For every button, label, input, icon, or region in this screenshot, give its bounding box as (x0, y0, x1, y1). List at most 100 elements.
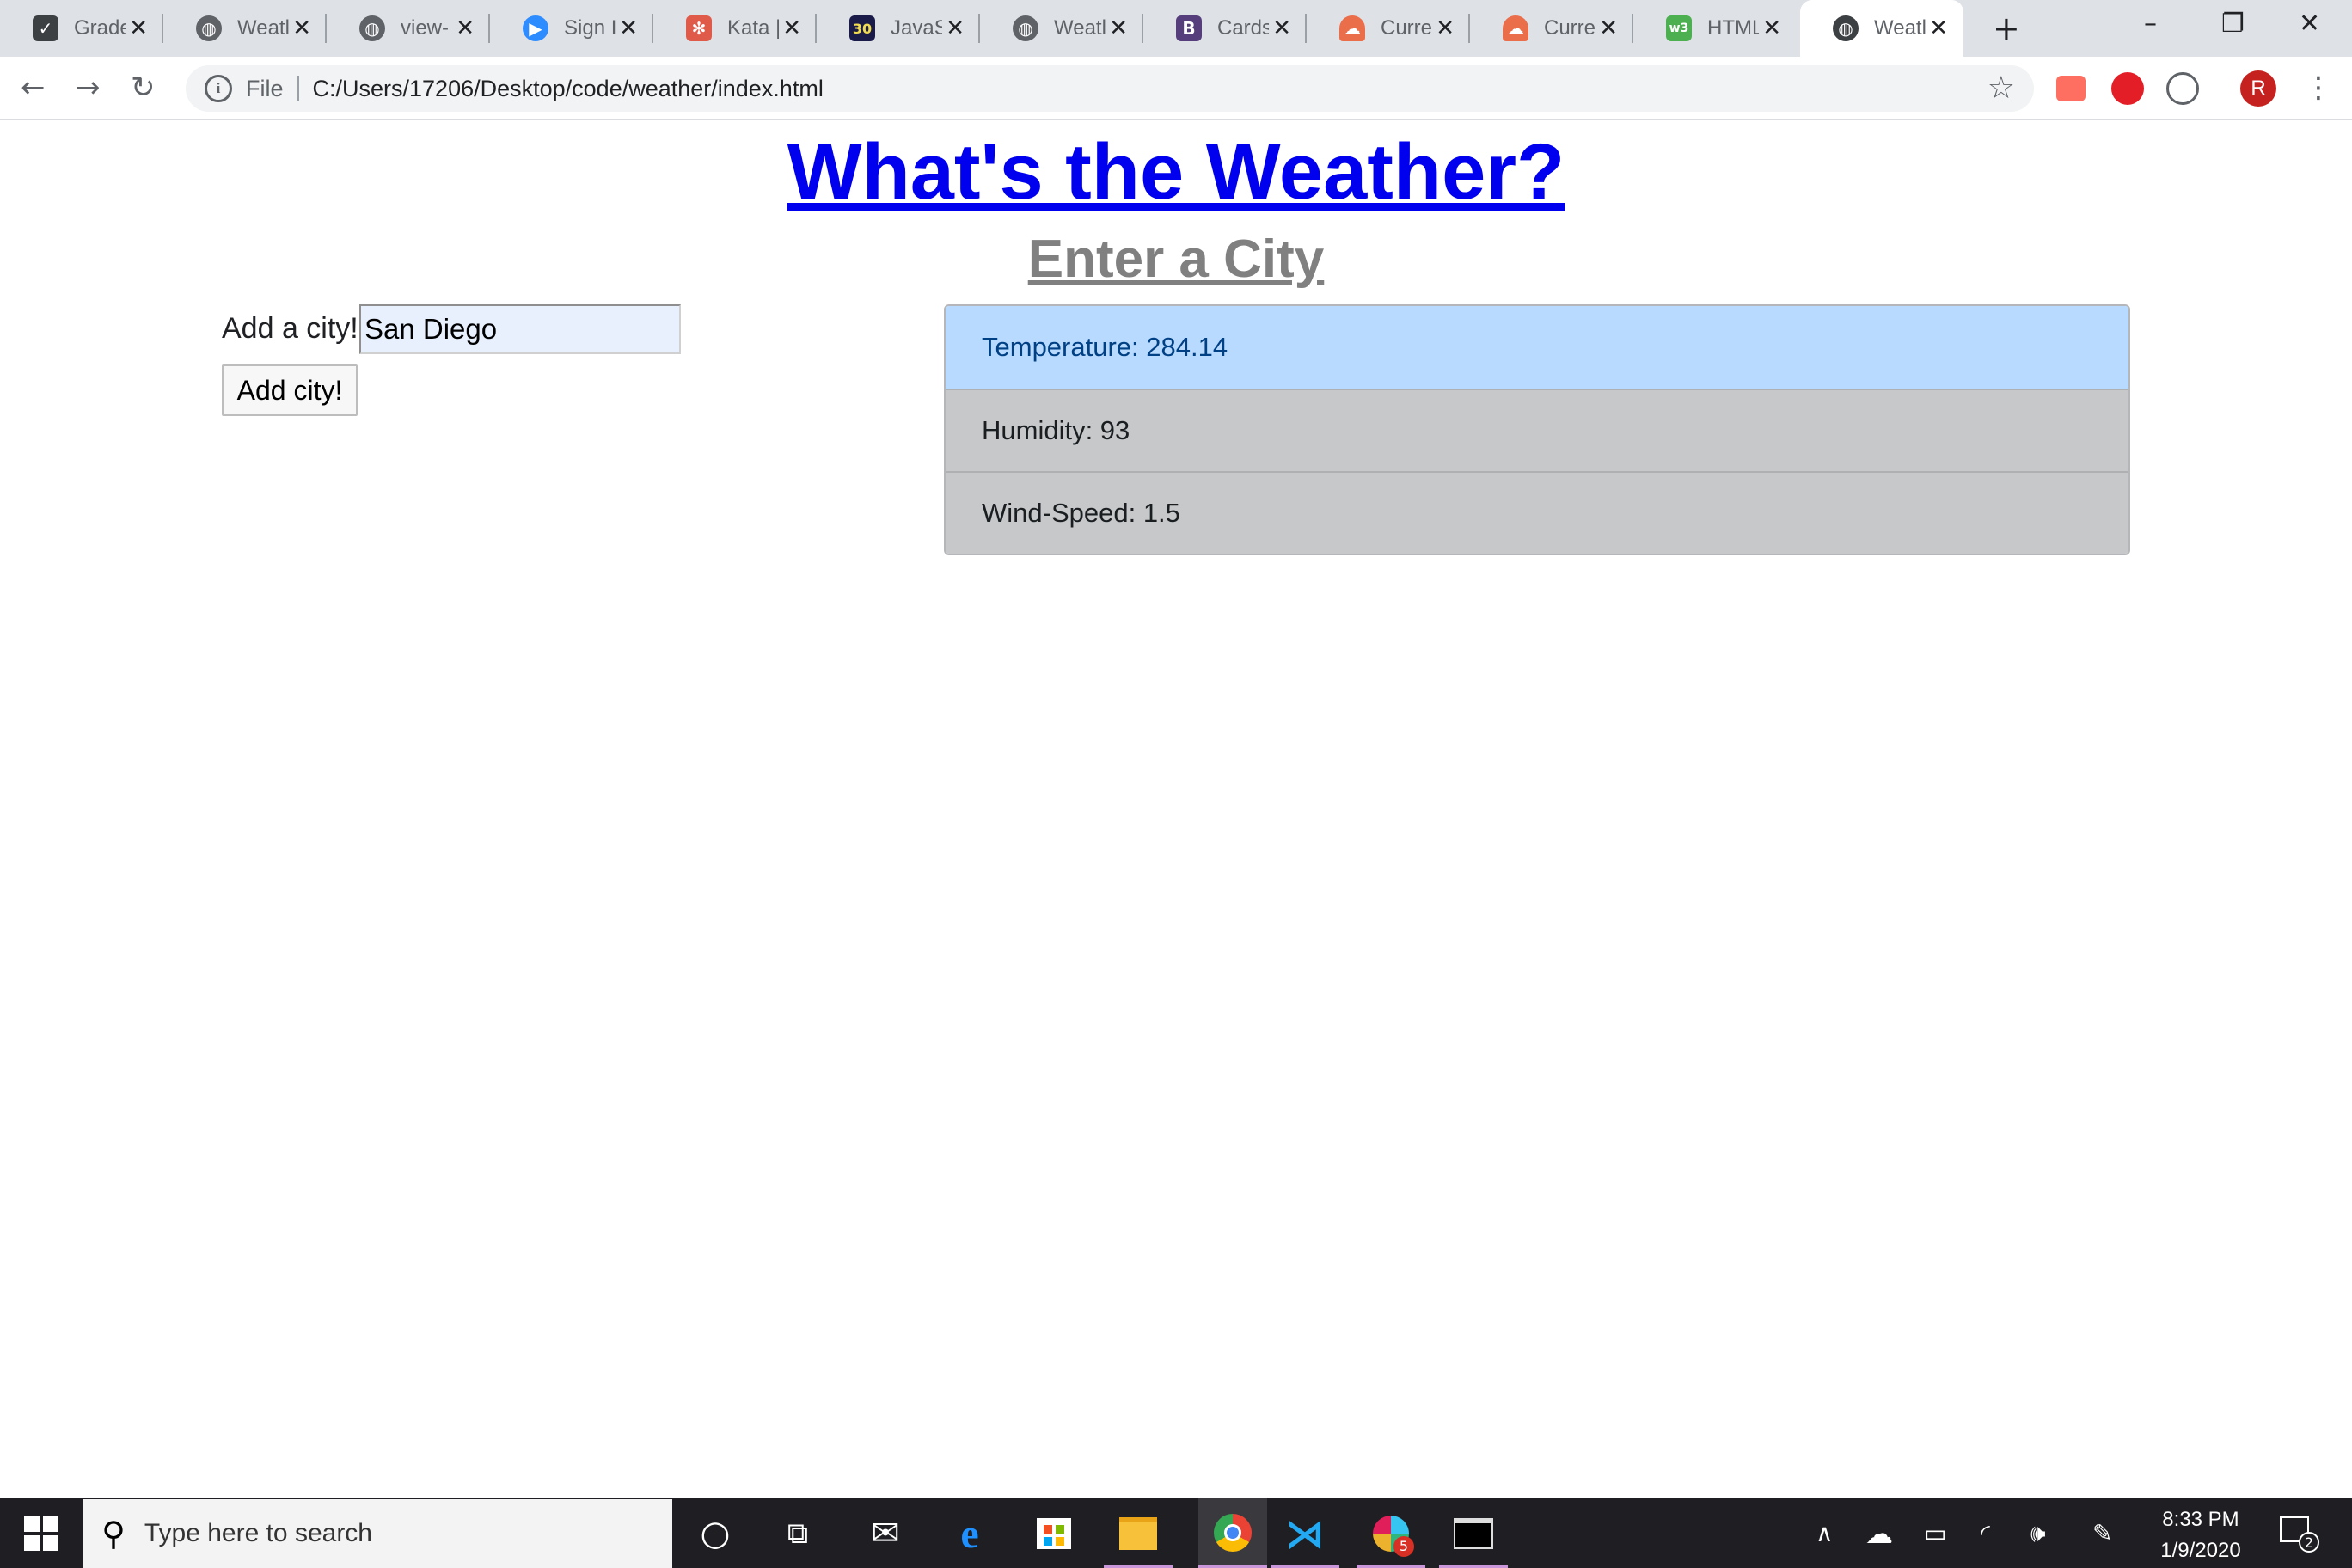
forward-arrow-icon[interactable]: → (76, 70, 101, 105)
weather-list: Temperature: 284.14 Humidity: 93 Wind-Sp… (944, 304, 2130, 555)
system-clock[interactable]: 8:33 PM 1/9/2020 (2141, 1504, 2261, 1566)
tab-current-2[interactable]: ☁ Curre ✕ (1470, 0, 1633, 57)
close-tab-icon[interactable]: ✕ (1599, 15, 1618, 41)
active-indicator (1357, 1565, 1425, 1568)
task-view-icon[interactable]: ⧉ (774, 1510, 822, 1558)
wind-speed-item: Wind-Speed: 1.5 (946, 471, 2128, 554)
tab-w3schools-html[interactable]: w3 HTML ✕ (1633, 0, 1797, 57)
pen-workspace-icon[interactable]: ✎ (2092, 1516, 2112, 1551)
edge-icon[interactable]: e (946, 1510, 994, 1558)
taskbar-search[interactable]: ⚲ Type here to search (83, 1499, 672, 1568)
openweather-icon: ☁ (1339, 15, 1365, 41)
close-tab-icon[interactable]: ✕ (946, 15, 965, 41)
terminal-icon[interactable] (1449, 1510, 1498, 1558)
tab-title: Curre (1544, 16, 1596, 40)
mail-icon[interactable]: ✉ (861, 1510, 910, 1558)
back-arrow-icon[interactable]: ← (21, 70, 46, 105)
slack-icon[interactable]: 5 (1367, 1510, 1415, 1558)
javascript30-icon: 30 (849, 15, 875, 41)
windows-start-icon[interactable] (24, 1516, 58, 1551)
battery-icon[interactable]: ▭ (1924, 1516, 1946, 1551)
close-tab-icon[interactable]: ✕ (1436, 15, 1455, 41)
openweather-icon: ☁ (1503, 15, 1528, 41)
bootstrap-icon: B (1176, 15, 1202, 41)
onedrive-icon[interactable]: ☁ (1865, 1516, 1893, 1551)
file-explorer-icon[interactable] (1114, 1510, 1162, 1558)
minimize-button[interactable]: – (2144, 9, 2157, 40)
tab-bootstrap-cards[interactable]: B Cards ✕ (1143, 0, 1307, 57)
city-input-label: Add a city! (222, 312, 358, 345)
address-scheme: File (246, 75, 284, 101)
tab-current-1[interactable]: ☁ Curre ✕ (1307, 0, 1470, 57)
extension-icon[interactable] (2056, 76, 2086, 101)
tab-title: view- (401, 16, 450, 40)
globe-icon: ◍ (1013, 15, 1038, 41)
extension-circle-icon[interactable] (2166, 72, 2199, 105)
cortana-icon[interactable]: ○ (691, 1510, 739, 1558)
wifi-icon[interactable]: ◜ (1981, 1516, 1990, 1551)
page-title[interactable]: What's the Weather? (0, 120, 2352, 224)
page-subtitle: Enter a City (1027, 230, 1325, 289)
notification-count: 2 (2299, 1532, 2319, 1553)
reload-icon[interactable]: ↻ (131, 70, 156, 105)
close-tab-icon[interactable]: ✕ (456, 15, 475, 41)
tab-title: JavaS (891, 16, 942, 40)
city-input[interactable] (359, 304, 681, 354)
active-indicator (1271, 1565, 1339, 1568)
search-icon: ⚲ (101, 1515, 126, 1553)
w3schools-icon: w3 (1666, 15, 1692, 41)
close-tab-icon[interactable]: ✕ (292, 15, 311, 41)
tab-kata[interactable]: ✻ Kata | ✕ (653, 0, 817, 57)
close-tab-icon[interactable]: ✕ (1272, 15, 1291, 41)
tab-grade[interactable]: ✓ Grade ✕ (0, 0, 163, 57)
active-indicator (1198, 1565, 1267, 1568)
tab-title: Curre (1381, 16, 1432, 40)
close-tab-icon[interactable]: ✕ (129, 15, 148, 41)
chrome-icon[interactable] (1198, 1498, 1267, 1568)
close-tab-icon[interactable]: ✕ (782, 15, 801, 41)
globe-icon: ◍ (1833, 15, 1859, 41)
tab-title: Kata | (727, 16, 779, 40)
tab-view[interactable]: ◍ view- ✕ (327, 0, 490, 57)
address-url[interactable]: C:/Users/17206/Desktop/code/weather/inde… (313, 76, 824, 102)
browser-toolbar: ← → ↻ i File C:/Users/17206/Desktop/code… (0, 57, 2352, 120)
notifications-icon[interactable]: 2 (2280, 1516, 2319, 1553)
tab-title: Weatl (1054, 16, 1106, 40)
kebab-menu-icon[interactable]: ⋮ (2304, 70, 2333, 105)
codewars-icon: ✻ (686, 15, 712, 41)
restore-button[interactable]: ❐ (2221, 9, 2245, 40)
close-tab-icon[interactable]: ✕ (1929, 15, 1948, 41)
tab-weather-1[interactable]: ◍ Weatl ✕ (163, 0, 327, 57)
tab-title: HTML (1707, 16, 1759, 40)
tab-strip: ✓ Grade ✕ ◍ Weatl ✕ ◍ view- ✕ ▶ Sign I ✕… (0, 0, 2352, 57)
new-tab-button[interactable]: + (1993, 12, 2020, 45)
close-tab-icon[interactable]: ✕ (619, 15, 638, 41)
slack-badge: 5 (1393, 1536, 1414, 1557)
tab-javascript30[interactable]: 30 JavaS ✕ (817, 0, 980, 57)
clock-time: 8:33 PM (2162, 1508, 2239, 1531)
add-city-button[interactable]: Add city! (222, 364, 358, 416)
taskbar: ⚲ Type here to search ○ ⧉ ✉ e ⋊ 5 ∧ ☁ ▭ … (0, 1498, 2352, 1568)
tab-weather-2[interactable]: ◍ Weatl ✕ (980, 0, 1143, 57)
profile-avatar[interactable]: R (2240, 70, 2276, 107)
volume-icon[interactable]: 🕪 (2030, 1516, 2046, 1551)
close-tab-icon[interactable]: ✕ (1762, 15, 1781, 41)
bookmark-star-icon[interactable]: ☆ (1988, 70, 2015, 106)
tab-title: Grade (74, 16, 126, 40)
tab-weather-active[interactable]: ◍ Weatl ✕ (1800, 0, 1963, 57)
globe-icon: ◍ (196, 15, 222, 41)
close-window-button[interactable]: ✕ (2299, 9, 2320, 40)
store-icon[interactable] (1030, 1510, 1078, 1558)
close-tab-icon[interactable]: ✕ (1109, 15, 1128, 41)
active-indicator (1439, 1565, 1508, 1568)
globe-icon: ◍ (359, 15, 385, 41)
tab-zoom-sign-in[interactable]: ▶ Sign I ✕ (490, 0, 653, 57)
active-indicator (1104, 1565, 1173, 1568)
info-icon[interactable]: i (205, 75, 232, 102)
vscode-icon[interactable]: ⋊ (1281, 1510, 1329, 1558)
temperature-item: Temperature: 284.14 (946, 306, 2128, 389)
trend-micro-icon[interactable] (2111, 72, 2144, 105)
address-bar[interactable]: i File C:/Users/17206/Desktop/code/weath… (186, 65, 2034, 112)
humidity-item: Humidity: 93 (946, 389, 2128, 471)
show-hidden-icons-icon[interactable]: ∧ (1816, 1516, 1834, 1551)
